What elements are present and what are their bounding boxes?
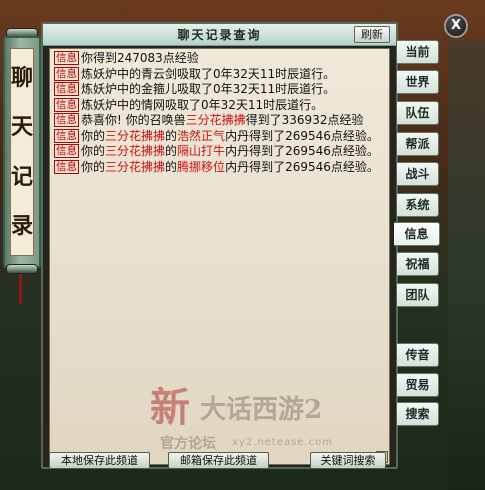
panel-title: 聊天记录查询 — [177, 28, 262, 42]
tab-2[interactable]: 队伍 — [397, 101, 439, 125]
message-text: 炼妖炉中的青云剑吸取了0年32天11时辰道行。 — [81, 66, 336, 81]
chat-message: 信息 恭喜你! 你的召唤兽三分花拂拂得到了336932点经验 — [54, 113, 385, 129]
message-text: 内丹得到了269546点经验。 — [225, 159, 379, 174]
chat-message: 信息 炼妖炉中的金箍儿吸取了0年32天11时辰道行。 — [54, 82, 385, 98]
message-tag: 信息 — [54, 97, 79, 112]
message-highlight: 隔山打牛 — [177, 144, 226, 158]
chat-message: 信息 你得到247083点经验 — [54, 51, 385, 67]
message-text: 你得到247083点经验 — [81, 51, 199, 65]
tab-4[interactable]: 战斗 — [397, 162, 439, 186]
tab-7[interactable]: 祝福 — [397, 252, 439, 276]
message-text: 内丹得到了269546点经验。 — [225, 128, 379, 143]
chat-message: 信息 炼妖炉中的情网吸取了0年32天11时辰道行。 — [54, 97, 385, 114]
watermark-char: 新 — [150, 384, 190, 431]
message-tag: 信息 — [54, 51, 79, 65]
refresh-button[interactable]: 刷新 — [354, 26, 390, 43]
message-text: 的 — [165, 144, 178, 158]
tab-11[interactable]: 搜索 — [397, 402, 439, 426]
message-text: 你的 — [81, 159, 106, 174]
scroll-paper: 聊 天 记 录 — [10, 48, 34, 256]
watermark-url: xy2.netease.com — [232, 437, 333, 448]
game-background-edge — [448, 40, 485, 490]
save-email-button[interactable]: 邮箱保存此频道 — [168, 452, 269, 469]
message-highlight: 三分花拂拂 — [185, 113, 246, 127]
scroll-char: 天 — [11, 114, 34, 141]
game-logo-watermark: 新 大话西游2 官方论坛 xy2.netease.com — [150, 369, 380, 459]
save-local-button[interactable]: 本地保存此频道 — [49, 452, 150, 469]
message-tag: 信息 — [54, 128, 79, 143]
chat-log-scroll-banner: 聊 天 记 录 — [0, 28, 44, 304]
message-text: 内丹得到了269546点经验。 — [225, 144, 379, 158]
watermark-title: 大话西游2 — [200, 395, 323, 425]
close-button[interactable]: X — [444, 14, 468, 38]
message-text: 的 — [165, 128, 178, 143]
chat-log-area[interactable]: 新 大话西游2 官方论坛 xy2.netease.com 信息 你得到247083… — [49, 48, 390, 465]
tab-1[interactable]: 世界 — [397, 70, 439, 94]
chat-message: 信息 你的三分花拂拂的浩然正气内丹得到了269546点经验。 — [54, 128, 385, 145]
tab-10[interactable]: 贸易 — [397, 373, 439, 397]
message-text: 你的 — [81, 144, 106, 158]
message-highlight: 浩然正气 — [177, 128, 226, 143]
scroll-char: 记 — [11, 163, 34, 190]
message-text: 炼妖炉中的情网吸取了0年32天11时辰道行。 — [81, 97, 324, 112]
keyword-search-button[interactable]: 关键词搜索 — [310, 452, 386, 469]
message-tag: 信息 — [54, 144, 79, 158]
message-text: 的 — [165, 159, 178, 174]
chat-message: 信息 炼妖炉中的青云剑吸取了0年32天11时辰道行。 — [54, 66, 385, 83]
message-list: 信息 你得到247083点经验 信息 炼妖炉中的青云剑吸取了0年32天11时辰道行。信… — [54, 51, 385, 175]
scroll-body: 聊 天 记 录 — [3, 36, 41, 268]
message-highlight: 三分花拂拂 — [105, 159, 166, 174]
chat-message: 信息 你的三分花拂拂的腾挪移位内丹得到了269546点经验。 — [54, 159, 385, 176]
message-highlight: 三分花拂拂 — [105, 144, 166, 158]
tab-5[interactable]: 系统 — [397, 193, 439, 217]
tab-0[interactable]: 当前 — [397, 40, 439, 64]
message-highlight: 腾挪移位 — [177, 159, 226, 174]
scroll-tassel — [19, 274, 22, 304]
panel-header: 聊天记录查询 刷新 — [43, 24, 396, 46]
message-highlight: 三分花拂拂 — [105, 128, 166, 143]
message-tag: 信息 — [54, 66, 79, 81]
scroll-rod-bottom — [6, 264, 38, 274]
tab-9[interactable]: 传音 — [397, 343, 439, 367]
message-tag: 信息 — [54, 113, 79, 127]
watermark-forum: 官方论坛 — [160, 436, 216, 452]
message-text: 得到了336932点经验 — [245, 113, 364, 127]
tab-6[interactable]: 信息 — [394, 222, 440, 246]
message-tag: 信息 — [54, 159, 79, 174]
chat-log-panel: 聊天记录查询 刷新 新 大话西游2 官方论坛 xy2.netease.com 信… — [41, 22, 398, 469]
scroll-char: 聊 — [11, 64, 34, 91]
message-text: 恭喜你! 你的召唤兽 — [81, 113, 186, 127]
tab-8[interactable]: 团队 — [397, 283, 439, 307]
tab-3[interactable]: 帮派 — [397, 132, 439, 156]
message-text: 炼妖炉中的金箍儿吸取了0年32天11时辰道行。 — [81, 82, 336, 96]
message-tag: 信息 — [54, 82, 79, 96]
message-text: 你的 — [81, 128, 106, 143]
chat-message: 信息 你的三分花拂拂的隔山打牛内丹得到了269546点经验。 — [54, 144, 385, 160]
scroll-char: 录 — [11, 213, 34, 240]
